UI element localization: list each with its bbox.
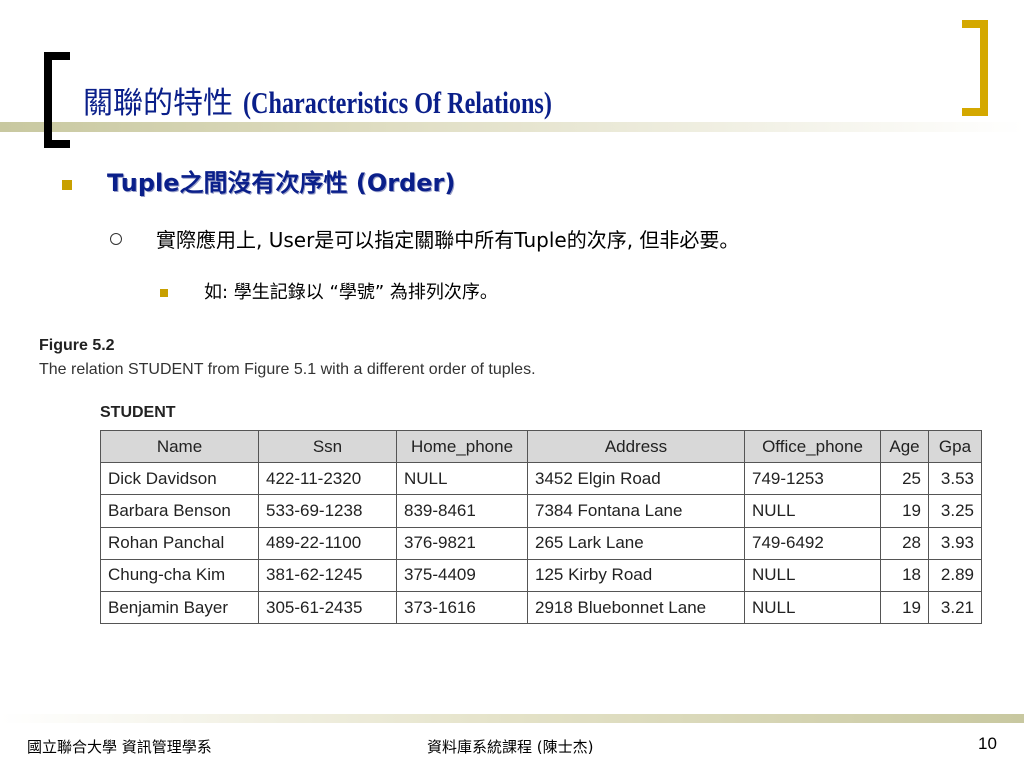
table-cell: 422-11-2320 [258,462,397,496]
right-bracket-decoration [962,20,988,116]
table-cell: 749-1253 [744,462,881,496]
left-bracket-decoration [44,52,70,148]
slide-title: 關聯的特性 (Characteristics Of Relations) [83,80,639,126]
table-row: Chung-cha Kim 381-62-1245 375-4409 125 K… [100,558,982,592]
student-table: Name Ssn Home_phone Address Office_phone… [100,429,982,625]
table-cell: Chung-cha Kim [100,558,259,592]
table-cell: 305-61-2435 [258,590,397,625]
table-cell: 2918 Bluebonnet Lane [527,590,745,625]
bottom-divider-gradient [0,714,1024,723]
slide-title-en: (Characteristics Of Relations) [242,85,552,120]
table-cell: 3.93 [928,526,982,560]
bullet-level-2: 實際應用上, User是可以指定關聯中所有Tuple的次序, 但非必要。 [156,228,740,252]
column-header: Age [880,429,929,464]
table-cell: 381-62-1245 [258,558,397,592]
bullet-level-1: Tuple之間沒有次序性 (Order) [107,169,456,197]
column-header: Ssn [258,429,397,464]
table-row: Dick Davidson 422-11-2320 NULL 3452 Elgi… [100,462,982,496]
table-cell: Benjamin Bayer [100,590,259,625]
table-cell: 373-1616 [396,590,528,625]
table-cell: NULL [744,590,881,625]
table-cell: Barbara Benson [100,494,259,528]
table-cell: 7384 Fontana Lane [527,494,745,528]
table-cell: 489-22-1100 [258,526,397,560]
table-cell: 28 [880,526,929,560]
table-cell: 19 [880,494,929,528]
table-cell: 839-8461 [396,494,528,528]
table-cell: NULL [744,558,881,592]
table-cell: 533-69-1238 [258,494,397,528]
table-row: Barbara Benson 533-69-1238 839-8461 7384… [100,494,982,528]
table-cell: NULL [396,462,528,496]
table-cell: 125 Kirby Road [527,558,745,592]
table-cell: 375-4409 [396,558,528,592]
table-cell: 3452 Elgin Road [527,462,745,496]
bullet-circle-icon [110,233,122,245]
table-cell: 3.53 [928,462,982,496]
table-cell: 265 Lark Lane [527,526,745,560]
table-cell: 19 [880,590,929,625]
figure-label: Figure 5.2 [39,337,115,354]
slide-title-zh: 關聯的特性 [83,86,243,121]
column-header: Name [100,429,259,464]
footer-department: 國立聯合大學 資訊管理學系 [27,738,212,756]
table-cell: 749-6492 [744,526,881,560]
table-cell: 18 [880,558,929,592]
table-cell: Rohan Panchal [100,526,259,560]
table-cell: NULL [744,494,881,528]
page-number: 10 [978,734,997,753]
table-cell: 376-9821 [396,526,528,560]
bullet-small-square-icon [160,289,168,297]
table-row: Benjamin Bayer 305-61-2435 373-1616 2918… [100,590,982,625]
table-cell: Dick Davidson [100,462,259,496]
column-header: Home_phone [396,429,528,464]
table-header-row: Name Ssn Home_phone Address Office_phone… [100,429,982,464]
table-cell: 2.89 [928,558,982,592]
table-name: STUDENT [100,404,176,421]
column-header: Address [527,429,745,464]
column-header: Office_phone [744,429,881,464]
table-cell: 3.25 [928,494,982,528]
figure-caption: The relation STUDENT from Figure 5.1 wit… [39,361,536,378]
table-row: Rohan Panchal 489-22-1100 376-9821 265 L… [100,526,982,560]
table-cell: 25 [880,462,929,496]
bullet-square-icon [62,180,72,190]
footer-course: 資料庫系統課程 (陳士杰) [427,738,594,756]
bullet-level-3: 如: 學生記錄以 “學號” 為排列次序。 [204,282,498,303]
column-header: Gpa [928,429,982,464]
table-cell: 3.21 [928,590,982,625]
